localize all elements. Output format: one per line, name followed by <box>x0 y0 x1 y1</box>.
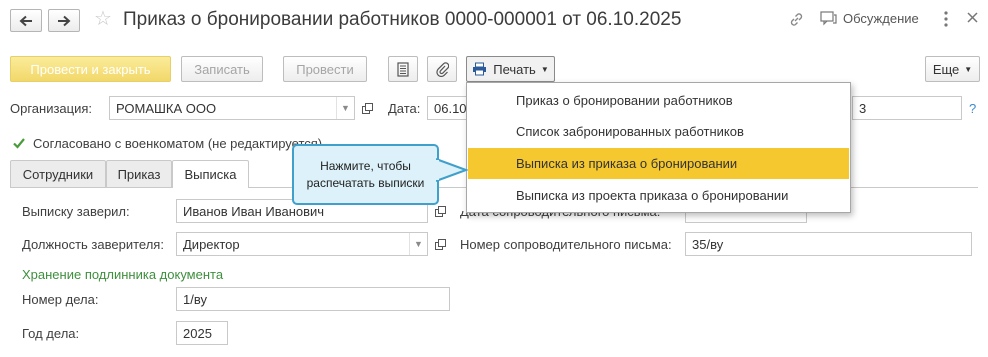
help-icon[interactable]: ? <box>969 101 976 116</box>
print-button[interactable]: Печать ▼ <box>466 56 555 82</box>
position-label: Должность заверителя: <box>22 237 164 252</box>
number-field[interactable]: 3 <box>852 96 962 120</box>
case-year-value: 2025 <box>183 325 212 341</box>
print-menu: Приказ о бронировании работников Список … <box>466 82 851 213</box>
case-year-label: Год дела: <box>22 326 80 341</box>
tab-extract[interactable]: Выписка <box>172 160 249 188</box>
letter-number-value: 35/ву <box>692 236 724 252</box>
case-year-field[interactable]: 2025 <box>176 321 228 345</box>
link-icon[interactable] <box>788 11 805 28</box>
chat-icon <box>820 11 837 26</box>
date-value: 06.10 <box>434 100 467 116</box>
menu-item-order[interactable]: Приказ о бронировании работников <box>468 85 849 116</box>
agreed-label: Согласовано с военкоматом (не редактируе… <box>33 136 323 151</box>
discussion-label: Обсуждение <box>843 11 919 26</box>
attach-button[interactable] <box>427 56 457 82</box>
print-label: Печать <box>493 61 536 77</box>
more-button[interactable]: Еще ▼ <box>925 56 980 82</box>
date-label: Дата: <box>388 101 421 116</box>
post-button[interactable]: Провести <box>283 56 367 82</box>
organization-value: РОМАШКА ООО <box>116 100 217 116</box>
position-value: Директор <box>183 236 240 252</box>
discussion-button[interactable]: Обсуждение <box>820 11 919 26</box>
letter-number-label: Номер сопроводительного письма: <box>460 237 672 252</box>
certified-value: Иванов Иван Иванович <box>183 203 325 219</box>
back-button[interactable] <box>10 9 42 32</box>
more-label: Еще <box>932 61 960 77</box>
position-field[interactable]: Директор ▼ <box>176 232 428 256</box>
more-vertical-icon[interactable] <box>943 10 949 28</box>
open-icon[interactable] <box>358 97 376 119</box>
chevron-down-icon: ▼ <box>540 64 549 74</box>
hint-callout: Нажмите, чтобы распечатать выписки <box>292 144 439 205</box>
forward-button[interactable] <box>48 9 80 32</box>
agreed-checkbox[interactable] <box>12 136 26 150</box>
organization-label: Организация: <box>10 101 93 116</box>
page-title: Приказ о бронировании работников 0000-00… <box>123 9 682 30</box>
menu-item-reserved-list[interactable]: Список забронированных работников <box>468 116 849 147</box>
open-icon[interactable] <box>431 233 449 255</box>
document-list-icon <box>397 61 409 77</box>
report-button[interactable] <box>388 56 418 82</box>
arrow-right-icon <box>58 15 71 26</box>
case-number-value: 1/ву <box>183 291 207 307</box>
date-field[interactable]: 06.10 <box>427 96 467 120</box>
storage-section-title: Хранение подлинника документа <box>22 267 224 282</box>
tab-employees[interactable]: Сотрудники <box>10 160 106 187</box>
menu-item-draft-extract[interactable]: Выписка из проекта приказа о бронировани… <box>468 180 849 211</box>
chevron-down-icon[interactable]: ▼ <box>336 97 354 119</box>
printer-icon <box>473 62 487 76</box>
post-and-close-button[interactable]: Провести и закрыть <box>10 56 171 82</box>
certified-label: Выписку заверил: <box>22 204 130 219</box>
number-value: 3 <box>859 100 867 116</box>
close-icon[interactable] <box>966 11 979 24</box>
case-number-field[interactable]: 1/ву <box>176 287 450 311</box>
star-icon[interactable]: ☆ <box>94 8 112 30</box>
arrow-left-icon <box>19 15 32 26</box>
callout-pointer <box>436 158 468 182</box>
save-button[interactable]: Записать <box>181 56 263 82</box>
case-number-label: Номер дела: <box>22 292 99 307</box>
chevron-down-icon: ▼ <box>964 64 973 74</box>
paperclip-icon <box>435 61 449 77</box>
letter-number-field[interactable]: 35/ву <box>685 232 972 256</box>
checkmark-icon <box>13 138 25 149</box>
organization-field[interactable]: РОМАШКА ООО ▼ <box>109 96 355 120</box>
menu-item-order-extract[interactable]: Выписка из приказа о бронировании <box>468 148 849 179</box>
chevron-down-icon[interactable]: ▼ <box>409 233 427 255</box>
tab-order[interactable]: Приказ <box>106 160 172 187</box>
